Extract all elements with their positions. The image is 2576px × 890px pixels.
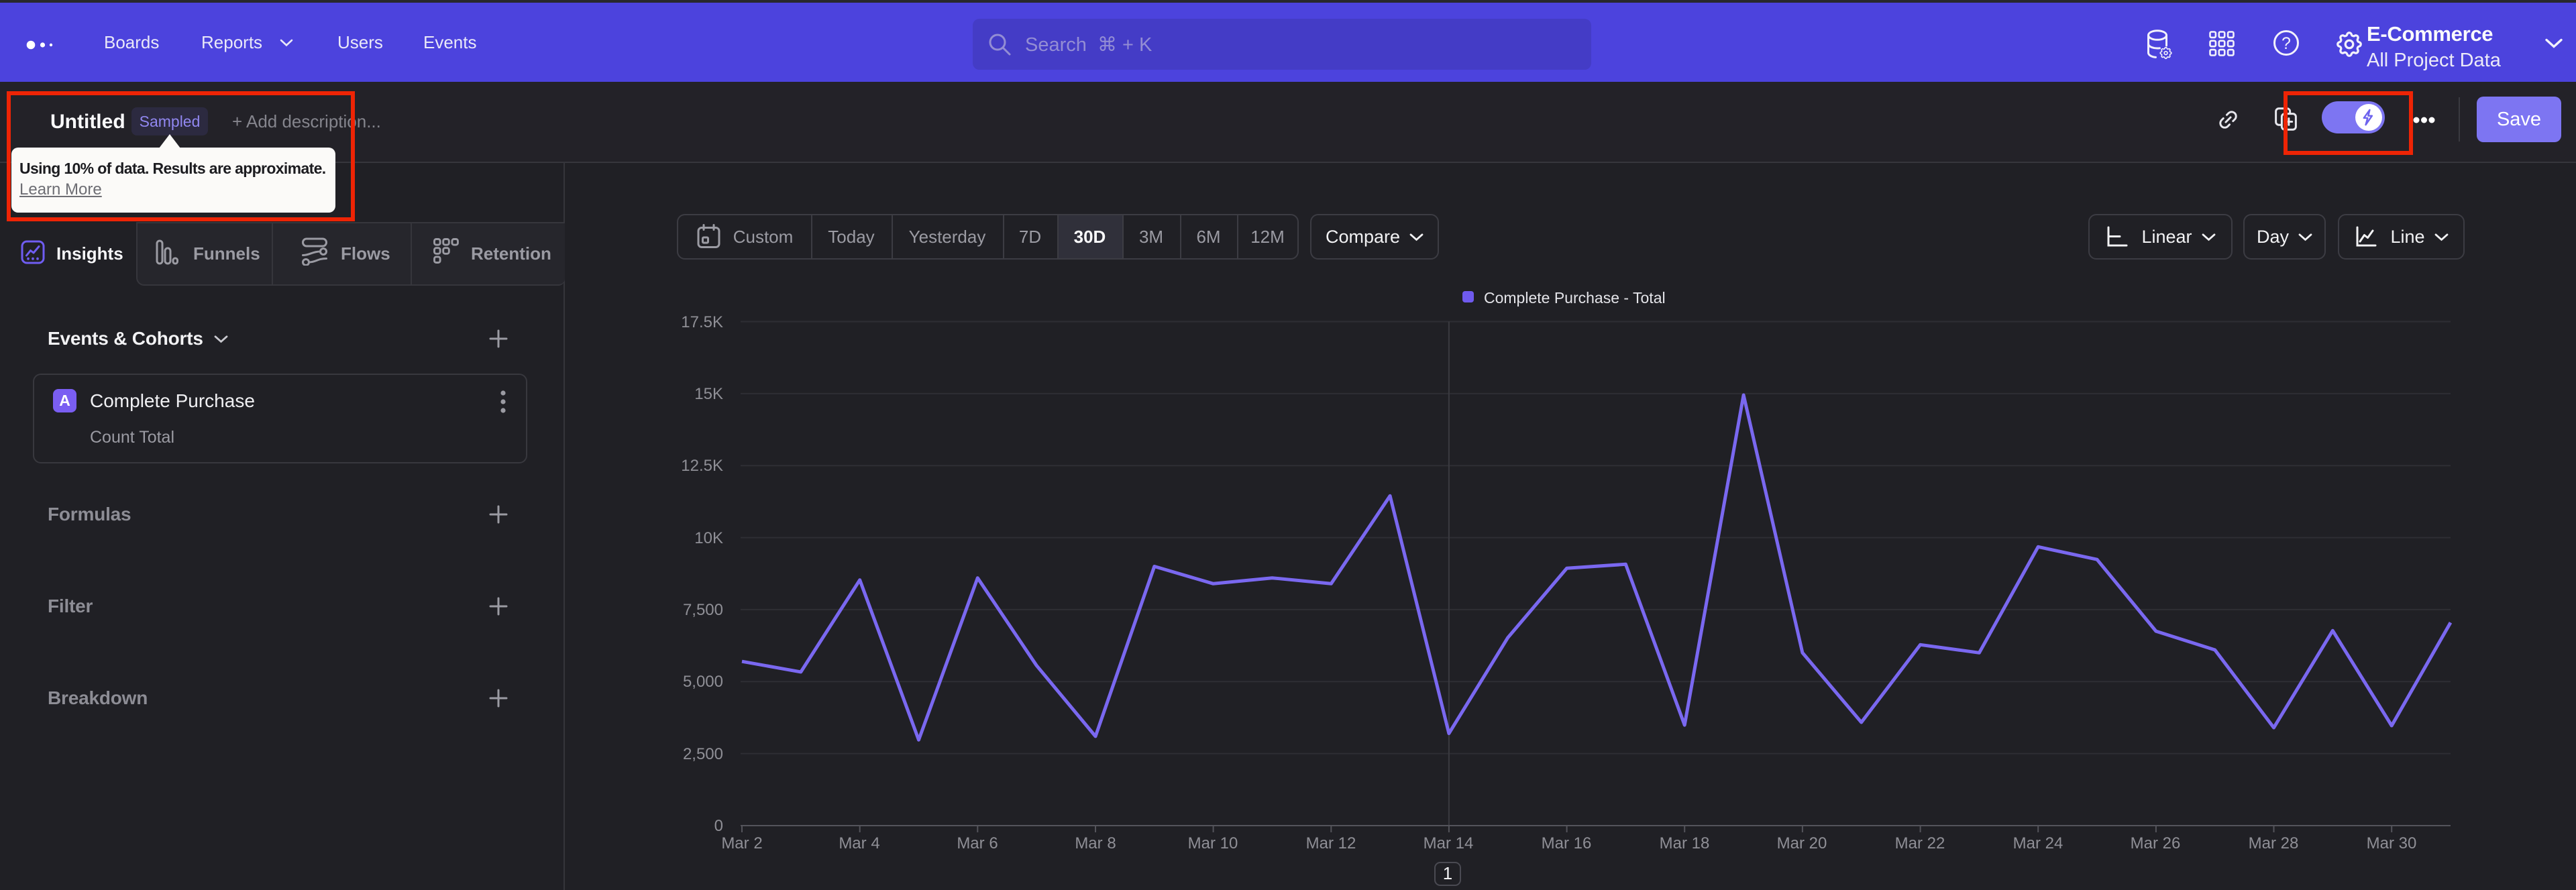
svg-text:Mar 12: Mar 12 xyxy=(1306,834,1356,852)
svg-text:Mar 24: Mar 24 xyxy=(2013,834,2063,852)
svg-text:Mar 18: Mar 18 xyxy=(1660,834,1710,852)
svg-text:17.5K: 17.5K xyxy=(681,313,723,331)
svg-text:Mar 30: Mar 30 xyxy=(2367,834,2417,852)
svg-text:1: 1 xyxy=(1443,863,1452,883)
svg-text:Mar 26: Mar 26 xyxy=(2131,834,2181,852)
svg-text:Mar 10: Mar 10 xyxy=(1188,834,1238,852)
svg-text:Mar 28: Mar 28 xyxy=(2249,834,2299,852)
svg-text:2,500: 2,500 xyxy=(683,745,723,763)
svg-text:Mar 2: Mar 2 xyxy=(721,834,762,852)
svg-text:Mar 6: Mar 6 xyxy=(957,834,998,852)
svg-text:Mar 8: Mar 8 xyxy=(1075,834,1116,852)
svg-text:10K: 10K xyxy=(694,529,723,547)
svg-text:Mar 22: Mar 22 xyxy=(1895,834,1945,852)
svg-text:0: 0 xyxy=(714,817,723,835)
svg-text:Mar 4: Mar 4 xyxy=(839,834,879,852)
svg-text:5,000: 5,000 xyxy=(683,673,723,691)
svg-text:12.5K: 12.5K xyxy=(681,457,723,475)
svg-text:7,500: 7,500 xyxy=(683,601,723,619)
svg-text:Mar 20: Mar 20 xyxy=(1777,834,1827,852)
svg-text:Mar 14: Mar 14 xyxy=(1424,834,1474,852)
svg-text:Mar 16: Mar 16 xyxy=(1542,834,1592,852)
svg-text:15K: 15K xyxy=(694,385,723,403)
svg-text:Complete Purchase - Total: Complete Purchase - Total xyxy=(1484,289,1666,307)
svg-text:?: ? xyxy=(2282,34,2291,53)
